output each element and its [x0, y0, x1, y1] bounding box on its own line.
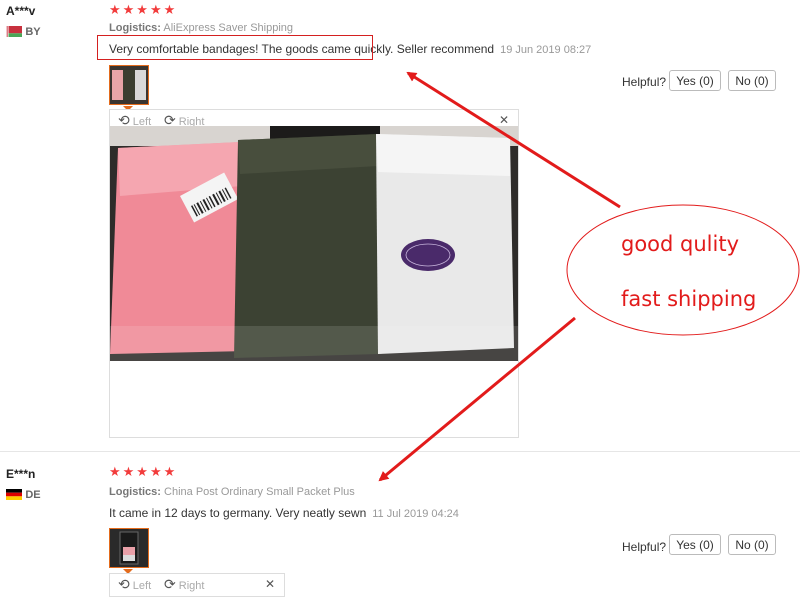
logistics-method: China Post Ordinary Small Packet Plus: [164, 486, 355, 498]
thumbnail-image: [110, 529, 148, 567]
germany-flag-icon: [6, 489, 22, 501]
close-icon[interactable]: ✕: [499, 113, 509, 127]
logistics-label: Logistics:: [109, 22, 161, 34]
rotate-left-label: Left: [132, 580, 152, 592]
helpful-label: Helpful?: [622, 75, 667, 89]
star-rating: ★★★★★: [109, 464, 178, 479]
logistics-label: Logistics:: [109, 486, 161, 498]
highlight-box: [97, 35, 373, 60]
rotate-left-control[interactable]: ⟲ Left: [118, 576, 151, 593]
thumbnail-image: [110, 66, 148, 104]
helpful-no-button[interactable]: No (0): [728, 70, 776, 91]
review-date: 11 Jul 2019 04:24: [372, 508, 459, 520]
helpful-label: Helpful?: [622, 540, 667, 554]
rotate-right-icon: ⟳: [164, 576, 176, 592]
helpful-no-button[interactable]: No (0): [728, 534, 776, 555]
rotate-left-icon: ⟲: [118, 576, 130, 592]
logistics-method: AliExpress Saver Shipping: [163, 22, 294, 34]
country-code: DE: [25, 489, 41, 501]
star-rating: ★★★★★: [109, 2, 178, 17]
review-divider: [0, 451, 800, 452]
review-photo-thumbnail[interactable]: [109, 65, 149, 105]
close-icon[interactable]: ✕: [265, 577, 275, 591]
logistics-info: Logistics: China Post Ordinary Small Pac…: [109, 486, 355, 498]
review-text: It came in 12 days to germany. Very neat…: [109, 506, 367, 520]
review-date: 19 Jun 2019 08:27: [500, 44, 592, 56]
helpful-yes-button[interactable]: Yes (0): [669, 70, 721, 91]
helpful-yes-button[interactable]: Yes (0): [669, 534, 721, 555]
annotation-line-1: good qulity: [621, 232, 740, 256]
belarus-flag-icon: [6, 26, 22, 38]
rotate-right-label: Right: [178, 580, 205, 592]
logistics-info: Logistics: AliExpress Saver Shipping: [109, 22, 293, 34]
image-viewer: ⟲ Left ⟳ Right ✕: [109, 573, 285, 597]
annotation-line-2: fast shipping: [621, 287, 757, 311]
rotate-right-control[interactable]: ⟳ Right: [164, 576, 204, 593]
reviewer-name: E***n: [6, 467, 36, 481]
image-viewer: ⟲ Left ⟳ Right ✕: [109, 109, 519, 438]
country-code: BY: [25, 26, 41, 38]
review-photo-thumbnail[interactable]: [109, 528, 149, 568]
review-line: It came in 12 days to germany. Very neat…: [109, 506, 459, 520]
reviewer-name: A***v: [6, 4, 36, 18]
country: DE: [6, 487, 41, 501]
review-photo-large: [110, 126, 518, 361]
country: BY: [6, 24, 41, 38]
annotation-ellipse: [566, 204, 800, 336]
